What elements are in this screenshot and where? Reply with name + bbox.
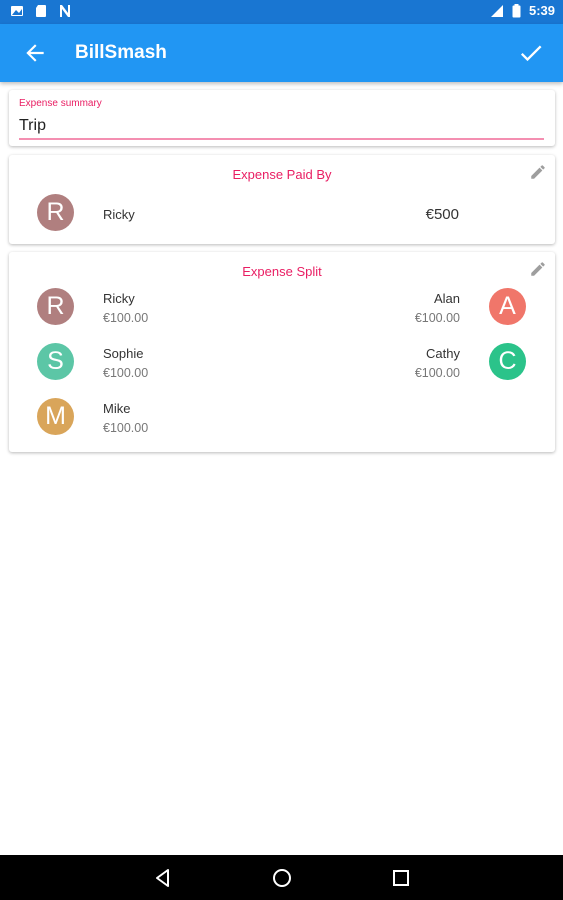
app-bar: BillSmash — [0, 24, 563, 82]
avatar: M — [37, 398, 74, 435]
status-time: 5:39 — [528, 3, 555, 18]
signal-icon — [490, 4, 503, 17]
expense-summary-field[interactable]: Expense summary Trip — [9, 90, 555, 146]
avatar: R — [37, 194, 74, 231]
split-person-amount: €100.00 — [414, 366, 460, 380]
avatar: C — [489, 343, 526, 380]
split-person-name: Mike — [103, 401, 131, 416]
sd-card-icon — [36, 5, 46, 17]
payer-amount: €500 — [425, 206, 459, 223]
split-person-amount: €100.00 — [103, 366, 149, 380]
payer-name: Ricky — [103, 207, 135, 222]
nav-home-icon[interactable] — [271, 867, 293, 889]
system-nav-bar — [0, 855, 563, 900]
nav-back-icon[interactable] — [152, 867, 174, 889]
edit-pencil-icon[interactable] — [529, 163, 547, 181]
expense-paid-by-card: Expense Paid By R Ricky €500 — [9, 155, 555, 244]
split-person-name: Ricky — [103, 291, 135, 306]
check-icon[interactable] — [517, 39, 545, 67]
back-arrow-icon[interactable] — [22, 40, 48, 66]
nav-recents-icon[interactable] — [390, 867, 412, 889]
avatar: S — [37, 343, 74, 380]
avatar: R — [37, 288, 74, 325]
split-header: Expense Split — [242, 264, 322, 279]
input-underline — [19, 138, 544, 140]
split-person-name: Sophie — [103, 346, 144, 361]
split-person-name: Cathy — [426, 346, 460, 361]
n-notification-icon — [60, 5, 70, 17]
avatar: A — [489, 288, 526, 325]
expense-summary-input[interactable]: Trip — [19, 117, 46, 135]
expense-split-card: Expense Split R Ricky €100.00 Alan €100.… — [9, 252, 555, 452]
battery-icon — [512, 3, 521, 17]
paid-by-header: Expense Paid By — [232, 167, 332, 182]
expense-summary-label: Expense summary — [19, 98, 102, 109]
gallery-notification-icon — [11, 6, 23, 16]
split-person-amount: €100.00 — [414, 311, 460, 325]
split-person-amount: €100.00 — [103, 421, 149, 435]
edit-pencil-icon[interactable] — [529, 260, 547, 278]
split-person-name: Alan — [433, 291, 460, 306]
app-title: BillSmash — [75, 42, 167, 63]
status-bar: 5:39 — [0, 0, 563, 24]
split-person-amount: €100.00 — [103, 311, 149, 325]
